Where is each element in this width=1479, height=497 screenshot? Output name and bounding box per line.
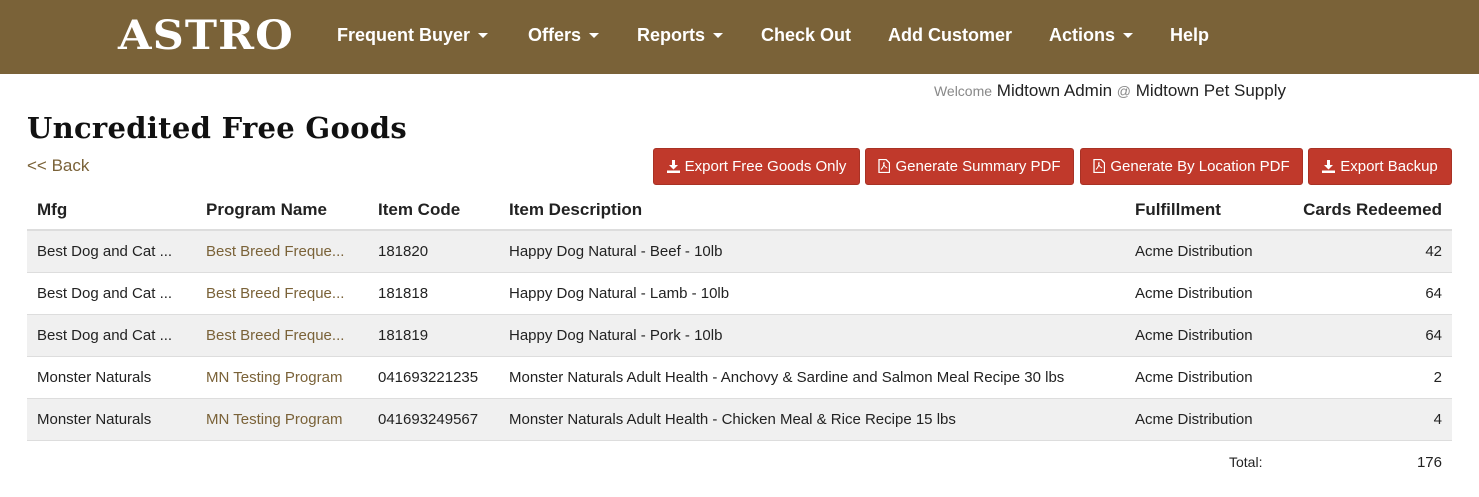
cell-cards-redeemed: 42	[1289, 229, 1452, 272]
cell-fulfillment: Acme Distribution	[1125, 397, 1289, 440]
total-value: 176	[1289, 439, 1452, 484]
cell-fulfillment: Acme Distribution	[1125, 229, 1289, 272]
cell-item-code: 181820	[368, 229, 499, 272]
cell-item-description: Monster Naturals Adult Health - Chicken …	[499, 397, 1125, 440]
generate-by-location-pdf-button[interactable]: Generate By Location PDF	[1080, 148, 1303, 185]
pdf-file-icon	[878, 151, 891, 186]
column-header-cards-redeemed[interactable]: Cards Redeemed	[1289, 190, 1452, 231]
table-row: Monster Naturals MN Testing Program 0416…	[27, 397, 1452, 440]
welcome-message: Welcome Midtown Admin @ Midtown Pet Supp…	[934, 81, 1286, 101]
nav-reports[interactable]: Reports	[637, 22, 724, 48]
download-icon	[666, 151, 680, 186]
table-total-row: Total: 176	[27, 439, 1452, 484]
nav-label: Actions	[1049, 25, 1116, 45]
cell-cards-redeemed: 64	[1289, 271, 1452, 314]
cell-item-code: 181818	[368, 271, 499, 314]
cell-item-code: 181819	[368, 313, 499, 356]
cell-program-link[interactable]: Best Breed Freque...	[196, 229, 368, 272]
cell-item-description: Monster Naturals Adult Health - Anchovy …	[499, 355, 1125, 398]
page-title: Uncredited Free Goods	[27, 111, 407, 145]
caret-down-icon	[478, 33, 489, 38]
column-header-item-description[interactable]: Item Description	[499, 190, 1125, 231]
caret-down-icon	[713, 33, 724, 38]
nav-check-out[interactable]: Check Out	[761, 22, 851, 48]
welcome-store: Midtown Pet Supply	[1135, 81, 1286, 100]
cell-item-description: Happy Dog Natural - Pork - 10lb	[499, 313, 1125, 356]
cell-mfg: Monster Naturals	[27, 355, 196, 398]
column-header-mfg[interactable]: Mfg	[27, 190, 196, 231]
cell-item-description: Happy Dog Natural - Lamb - 10lb	[499, 271, 1125, 314]
nav-label: Help	[1170, 25, 1210, 45]
cell-item-code: 041693221235	[368, 355, 499, 398]
button-label: Export Backup	[1340, 158, 1438, 175]
cell-fulfillment: Acme Distribution	[1125, 313, 1289, 356]
nav-actions[interactable]: Actions	[1049, 22, 1134, 48]
export-free-goods-button[interactable]: Export Free Goods Only	[653, 148, 860, 185]
empty-cell	[368, 439, 499, 484]
cell-mfg: Best Dog and Cat ...	[27, 229, 196, 272]
nav-frequent-buyer[interactable]: Frequent Buyer	[337, 22, 489, 48]
cell-program-link[interactable]: Best Breed Freque...	[196, 271, 368, 314]
nav-offers[interactable]: Offers	[528, 22, 600, 48]
cell-mfg: Best Dog and Cat ...	[27, 271, 196, 314]
nav-label: Frequent Buyer	[337, 25, 471, 45]
empty-cell	[27, 439, 196, 484]
button-label: Generate Summary PDF	[895, 158, 1061, 175]
nav-label: Check Out	[761, 25, 852, 45]
cell-cards-redeemed: 64	[1289, 313, 1452, 356]
cell-item-code: 041693249567	[368, 397, 499, 440]
free-goods-table: Mfg Program Name Item Code Item Descript…	[27, 190, 1452, 484]
table-row: Best Dog and Cat ... Best Breed Freque..…	[27, 313, 1452, 356]
nav-label: Add Customer	[888, 25, 1013, 45]
empty-cell	[499, 439, 1125, 484]
table-row: Best Dog and Cat ... Best Breed Freque..…	[27, 271, 1452, 314]
cell-program-link[interactable]: Best Breed Freque...	[196, 313, 368, 356]
caret-down-icon	[589, 33, 600, 38]
pdf-file-icon	[1093, 151, 1106, 186]
welcome-at: @	[1116, 83, 1132, 99]
cell-fulfillment: Acme Distribution	[1125, 271, 1289, 314]
generate-summary-pdf-button[interactable]: Generate Summary PDF	[865, 148, 1074, 185]
nav-help[interactable]: Help	[1170, 22, 1209, 48]
cell-item-description: Happy Dog Natural - Beef - 10lb	[499, 229, 1125, 272]
cell-cards-redeemed: 2	[1289, 355, 1452, 398]
nav-add-customer[interactable]: Add Customer	[888, 22, 1012, 48]
back-link[interactable]: << Back	[27, 156, 89, 176]
button-label: Generate By Location PDF	[1110, 158, 1290, 175]
empty-cell	[196, 439, 368, 484]
cell-program-link[interactable]: MN Testing Program	[196, 355, 368, 398]
cell-mfg: Monster Naturals	[27, 397, 196, 440]
column-header-fulfillment[interactable]: Fulfillment	[1125, 190, 1289, 231]
nav-label: Offers	[528, 25, 582, 45]
top-navbar: ASTRO Frequent Buyer Offers Reports Chec…	[0, 0, 1479, 74]
cell-program-link[interactable]: MN Testing Program	[196, 397, 368, 440]
welcome-user: Midtown Admin	[996, 81, 1113, 100]
total-label: Total:	[1125, 439, 1289, 484]
astro-logo[interactable]: ASTRO	[118, 14, 294, 58]
table-row: Best Dog and Cat ... Best Breed Freque..…	[27, 229, 1452, 272]
export-backup-button[interactable]: Export Backup	[1308, 148, 1452, 185]
button-label: Export Free Goods Only	[684, 158, 847, 175]
caret-down-icon	[1123, 33, 1134, 38]
nav-label: Reports	[637, 25, 706, 45]
table-row: Monster Naturals MN Testing Program 0416…	[27, 355, 1452, 398]
download-icon	[1322, 151, 1336, 186]
cell-mfg: Best Dog and Cat ...	[27, 313, 196, 356]
column-header-item-code[interactable]: Item Code	[368, 190, 499, 231]
welcome-prefix: Welcome	[933, 83, 993, 99]
cell-fulfillment: Acme Distribution	[1125, 355, 1289, 398]
column-header-program-name[interactable]: Program Name	[196, 190, 368, 231]
table-header-row: Mfg Program Name Item Code Item Descript…	[27, 190, 1452, 231]
cell-cards-redeemed: 4	[1289, 397, 1452, 440]
